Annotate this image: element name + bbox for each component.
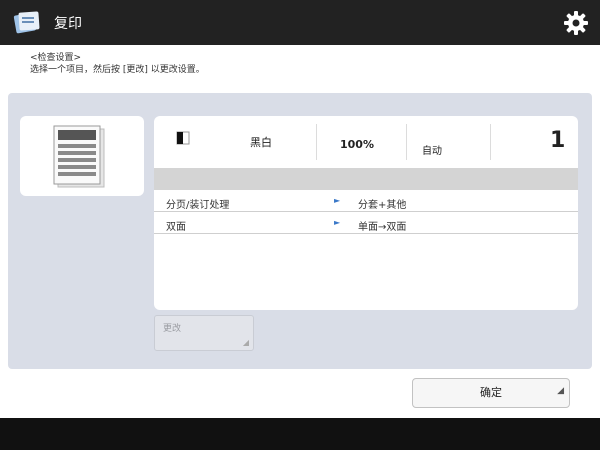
corner-mark-icon: ◢ — [242, 338, 249, 347]
divider — [406, 124, 407, 160]
divider — [316, 124, 317, 160]
arrow-right-icon: ► — [334, 218, 341, 227]
document-preview — [20, 116, 144, 196]
instructions: <检查设置> 选择一个项目，然后按 [更改] 以更改设置。 — [30, 52, 205, 76]
gear-icon[interactable] — [562, 9, 590, 37]
setting-value: 分套+其他 — [358, 200, 407, 211]
setting-label: 双面 — [166, 222, 186, 233]
corner-mark-icon: ◢ — [557, 386, 564, 396]
status-row: 黑白 100% 自动 1 — [154, 116, 578, 164]
settings-card: 黑白 100% 自动 1 分页/装订处理 ► 分套+其他 双面 ► 单面→双面 — [154, 116, 578, 310]
change-button-label: 更改 — [163, 324, 182, 334]
list-item[interactable]: 分页/装订处理 ► 分套+其他 — [154, 192, 578, 212]
list-item[interactable]: 双面 ► 单面→双面 — [154, 214, 578, 234]
ok-button[interactable]: 确定 ◢ — [412, 378, 570, 408]
arrow-right-icon: ► — [334, 196, 341, 205]
ok-button-label: 确定 — [480, 386, 502, 399]
copy-app-icon — [13, 11, 40, 34]
document-stack-icon — [53, 125, 105, 188]
bottom-bar — [0, 418, 600, 450]
divider — [490, 124, 491, 160]
change-button[interactable]: 更改 ◢ — [154, 315, 254, 351]
setting-value: 单面→双面 — [358, 222, 407, 233]
title-bar: 复印 — [0, 0, 600, 45]
header-bar — [154, 168, 578, 190]
instructions-text: 选择一个项目，然后按 [更改] 以更改设置。 — [30, 65, 205, 75]
page-title: 复印 — [54, 16, 82, 32]
instructions-heading: <检查设置> — [30, 53, 82, 63]
setting-label: 分页/装订处理 — [166, 200, 230, 211]
